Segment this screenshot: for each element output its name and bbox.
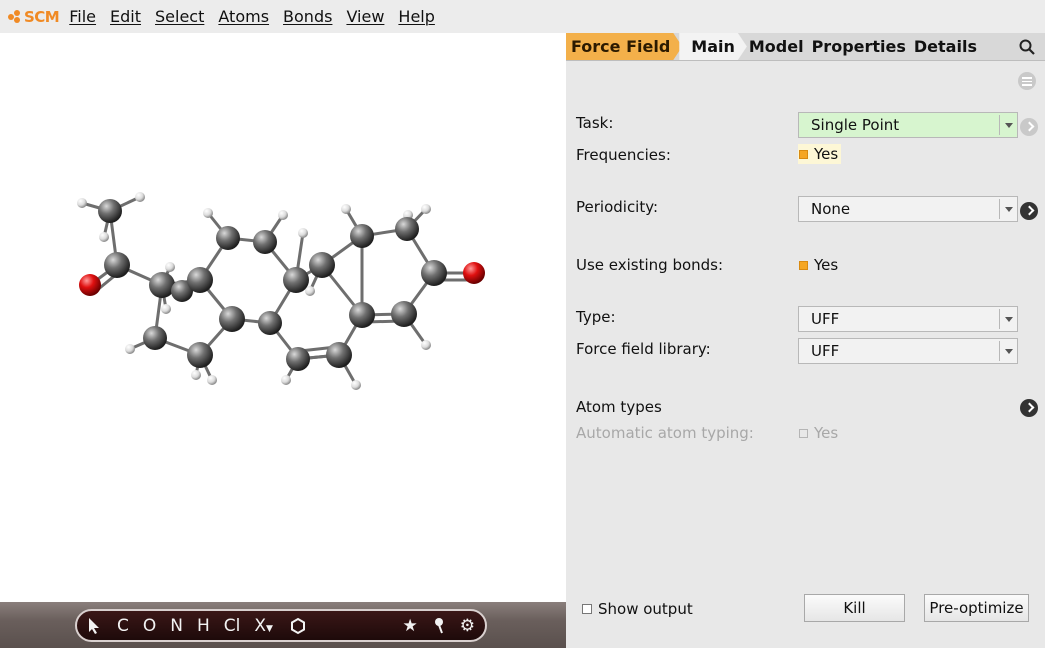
tab-properties[interactable]: Properties [810, 33, 912, 60]
panel-menu-icon[interactable] [1018, 72, 1036, 90]
atom-types-arrow-icon[interactable] [1020, 399, 1038, 417]
scm-logo-text: SCM [24, 7, 60, 26]
chevron-down-icon [999, 115, 1017, 135]
menu-help[interactable]: Help [398, 7, 434, 26]
molecule-viewer[interactable] [0, 33, 566, 602]
pin-icon[interactable] [432, 617, 446, 635]
element-cl-button[interactable]: Cl [224, 616, 241, 636]
scm-logo: SCM [8, 7, 60, 26]
use-existing-bonds-label: Use existing bonds: [576, 256, 724, 274]
star-icon[interactable]: ★ [403, 616, 418, 636]
periodicity-select[interactable]: None [798, 196, 1018, 222]
element-h-button[interactable]: H [197, 616, 210, 636]
chevron-down-icon [999, 309, 1017, 329]
gear-icon[interactable]: ⚙ [460, 616, 475, 636]
automatic-atom-typing-checkbox: Yes [798, 423, 841, 443]
scm-logo-icon [8, 9, 22, 24]
task-select[interactable]: Single Point [798, 112, 1018, 138]
task-label: Task: [576, 114, 614, 132]
periodicity-details-arrow-icon[interactable] [1020, 202, 1038, 220]
edit-toolbar: C O N H Cl X▼ ★ ⚙ [75, 609, 487, 642]
tab-main[interactable]: Main [679, 33, 747, 60]
ring-hexagon-icon[interactable] [289, 617, 307, 635]
menu-bonds[interactable]: Bonds [283, 7, 332, 26]
search-icon[interactable] [1019, 39, 1035, 55]
molecule-structure[interactable] [0, 33, 566, 602]
element-n-button[interactable]: N [170, 616, 183, 636]
type-label: Type: [576, 308, 616, 326]
use-existing-bonds-checkbox[interactable]: Yes [798, 255, 841, 275]
type-select[interactable]: UFF [798, 306, 1018, 332]
chevron-down-icon: ▼ [266, 623, 273, 634]
frequencies-label: Frequencies: [576, 146, 671, 164]
task-details-arrow-icon[interactable] [1020, 118, 1038, 136]
menu-file[interactable]: File [69, 7, 96, 26]
element-o-button[interactable]: O [143, 616, 156, 636]
chevron-down-icon [999, 199, 1017, 219]
frequencies-checkbox[interactable]: Yes [798, 144, 842, 164]
show-output-checkbox[interactable]: Show output [582, 600, 693, 618]
periodicity-label: Periodicity: [576, 198, 659, 216]
pre-optimize-button[interactable]: Pre-optimize [924, 594, 1029, 622]
menu-atoms[interactable]: Atoms [218, 7, 269, 26]
chevron-down-icon [999, 341, 1017, 361]
force-field-library-label: Force field library: [576, 340, 711, 358]
menu-select[interactable]: Select [155, 7, 204, 26]
menu-bar: SCM File Edit Select Atoms Bonds View He… [0, 0, 1045, 33]
atom-types-label: Atom types [576, 398, 662, 416]
element-x-button[interactable]: X▼ [254, 616, 273, 636]
menu-view[interactable]: View [346, 7, 384, 26]
settings-panel: Force Field Main Model Properties Detail… [566, 33, 1045, 648]
tab-details[interactable]: Details [912, 33, 983, 60]
force-field-library-select[interactable]: UFF [798, 338, 1018, 364]
tab-bar: Force Field Main Model Properties Detail… [566, 33, 1045, 61]
menu-edit[interactable]: Edit [110, 7, 141, 26]
element-c-button[interactable]: C [117, 616, 129, 636]
tab-model[interactable]: Model [747, 33, 810, 60]
select-cursor-icon[interactable] [87, 617, 101, 635]
automatic-atom-typing-label: Automatic atom typing: [576, 424, 754, 442]
kill-button[interactable]: Kill [804, 594, 905, 622]
tab-force-field[interactable]: Force Field [566, 33, 682, 60]
